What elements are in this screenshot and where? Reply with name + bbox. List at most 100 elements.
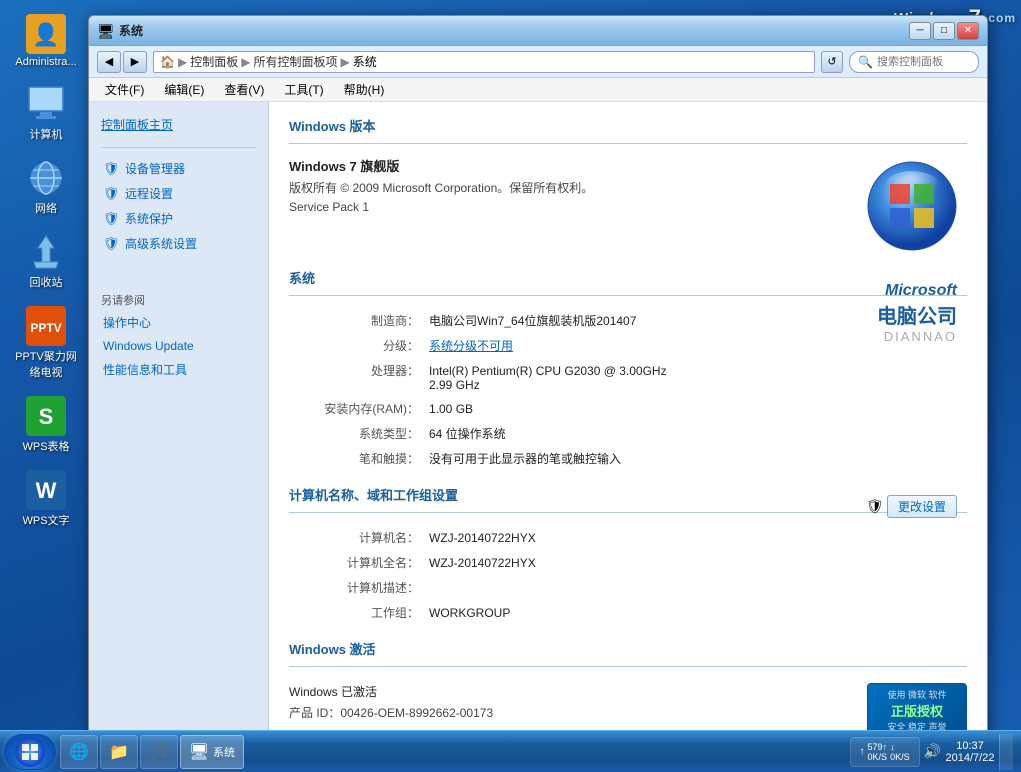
activation-product-id: 产品 ID：00426-OEM-8992662-00173 — [289, 704, 847, 721]
desktop-icon-recycle[interactable]: 回收站 — [10, 228, 82, 294]
svg-text:PPTV: PPTV — [30, 321, 61, 335]
speed-download-unit: 0K/S — [890, 752, 910, 762]
compfullname-label: 计算机全名： — [289, 554, 429, 571]
pptv-label: PPTV聚力网络电视 — [14, 348, 78, 380]
system-row-pen: 笔和触摸： 没有可用于此显示器的笔或触控输入 — [269, 450, 987, 467]
admin-label: Administra... — [15, 56, 76, 68]
clock-date: 2014/7/22 — [946, 752, 995, 764]
start-orb-icon — [14, 736, 46, 768]
svg-text:👤: 👤 — [32, 22, 59, 47]
computer-desc-row: 计算机描述： — [269, 579, 987, 596]
back-button[interactable]: ◀ — [97, 51, 121, 73]
volume-icon[interactable]: 🔊 — [924, 743, 941, 760]
sidebar-link-action[interactable]: 操作中心 — [89, 310, 268, 335]
windows-version-section: Windows 版本 Windows 7 旗舰版 版权所有 © 2009 Mic… — [269, 102, 987, 262]
computer-name-section: 计算机名称、域和工作组设置 🛡 更改设置 — [269, 475, 987, 529]
menu-edit[interactable]: 编辑(E) — [156, 79, 212, 100]
sidebar-link-advanced-label: 高级系统设置 — [125, 235, 197, 252]
pen-value: 没有可用于此显示器的笔或触控输入 — [429, 450, 967, 467]
system-row-type: 系统类型： 64 位操作系统 — [269, 425, 987, 442]
version-divider — [289, 143, 967, 144]
taskbar-item-control-panel[interactable]: 🖥 系统 — [180, 735, 244, 769]
show-desktop-button[interactable] — [999, 734, 1013, 770]
windows-version-title: Windows 版本 — [289, 116, 967, 135]
workgroup-label: 工作组： — [289, 604, 429, 621]
windows-logo — [857, 156, 967, 256]
version-content: Windows 7 旗舰版 版权所有 © 2009 Microsoft Corp… — [289, 156, 967, 256]
taskbar-item-explorer[interactable]: 📁 — [100, 735, 138, 769]
compfullname-value: WZJ-20140722HYX — [429, 556, 967, 570]
advanced-settings-icon: 🛡 — [103, 236, 119, 252]
start-button[interactable] — [4, 734, 56, 770]
menu-view[interactable]: 查看(V) — [216, 79, 272, 100]
search-input[interactable] — [877, 56, 977, 68]
compdesc-label: 计算机描述： — [289, 579, 429, 596]
menu-help[interactable]: 帮助(H) — [336, 79, 393, 100]
windows-orb-svg — [865, 159, 960, 254]
sidebar-link-device[interactable]: 🛡 设备管理器 — [89, 156, 268, 181]
taskbar-item-media[interactable]: 🎵 — [140, 735, 178, 769]
desktop-icon-computer[interactable]: 计算机 — [10, 80, 82, 146]
close-button[interactable]: ✕ — [957, 22, 979, 40]
menu-file[interactable]: 文件(F) — [97, 79, 152, 100]
maximize-button[interactable]: □ — [933, 22, 955, 40]
taskbar-item-ie[interactable]: 🌐 — [60, 735, 98, 769]
sidebar-link-windows-update[interactable]: Windows Update — [89, 335, 268, 357]
desktop-icon-wpsword[interactable]: W WPS文字 — [10, 466, 82, 532]
breadcrumb-home: 🏠 — [160, 55, 175, 69]
search-box[interactable]: 🔍 — [849, 51, 979, 73]
breadcrumb-sep-3: ▶ — [340, 55, 349, 69]
address-bar: ◀ ▶ 🏠 ▶ 控制面板 ▶ 所有控制面板项 ▶ 系统 ↺ 🔍 — [89, 46, 987, 78]
activation-status: Windows 已激活 — [289, 683, 847, 700]
clock-time: 10:37 — [956, 740, 984, 752]
change-settings-button[interactable]: 更改设置 — [887, 495, 957, 518]
sidebar-link-remote[interactable]: 🛡 远程设置 — [89, 181, 268, 206]
pen-label: 笔和触摸： — [289, 450, 429, 467]
compname-label: 计算机名： — [289, 529, 429, 546]
cpu-line2: 2.99 GHz — [429, 378, 967, 392]
address-input[interactable]: 🏠 ▶ 控制面板 ▶ 所有控制面板项 ▶ 系统 — [153, 51, 815, 73]
ms-brand-line3: DIANNAO — [877, 329, 957, 344]
ie-icon: 🌐 — [69, 742, 89, 762]
action-center-label: 操作中心 — [103, 314, 151, 331]
desktop-icon-admin[interactable]: 👤 Administra... — [10, 10, 82, 72]
desktop-icon-wps[interactable]: S WPS表格 — [10, 392, 82, 458]
activation-divider — [289, 666, 967, 667]
taskbar-items: 🌐 📁 🎵 🖥 系统 — [60, 734, 842, 770]
system-row-ram: 安装内存(RAM)： 1.00 GB — [269, 400, 987, 417]
maker-label: 制造商： — [289, 312, 429, 329]
taskbar-item-label: 系统 — [213, 744, 235, 760]
version-info: Windows 7 旗舰版 版权所有 © 2009 Microsoft Corp… — [289, 156, 593, 218]
clock[interactable]: 10:37 2014/7/22 — [945, 734, 995, 770]
desktop-icon-network[interactable]: 网络 — [10, 154, 82, 220]
sidebar-divider-1 — [101, 147, 256, 148]
refresh-button[interactable]: ↺ — [821, 51, 843, 73]
menu-tools[interactable]: 工具(T) — [276, 79, 331, 100]
wpsword-icon: W — [26, 470, 66, 510]
control-panel-taskbar-icon: 🖥 — [189, 742, 209, 762]
device-manager-icon: 🛡 — [103, 161, 119, 177]
forward-button[interactable]: ▶ — [123, 51, 147, 73]
main-panel: Windows 版本 Windows 7 旗舰版 版权所有 © 2009 Mic… — [269, 102, 987, 744]
sidebar-link-performance[interactable]: 性能信息和工具 — [89, 357, 268, 382]
workgroup-value: WORKGROUP — [429, 606, 967, 620]
compname-value: WZJ-20140722HYX — [429, 531, 967, 545]
minimize-button[interactable]: ─ — [909, 22, 931, 40]
activation-section: Windows 激活 — [269, 629, 987, 683]
desktop-icons: 👤 Administra... 计算机 — [10, 10, 82, 532]
ms-brand-line1: Microsoft — [877, 282, 957, 300]
desktop-icon-pptv[interactable]: PPTV PPTV聚力网络电视 — [10, 302, 82, 384]
sidebar-link-remote-label: 远程设置 — [125, 185, 173, 202]
cpu-label: 处理器： — [289, 362, 429, 379]
pptv-icon: PPTV — [26, 306, 66, 346]
workgroup-row: 工作组： WORKGROUP — [269, 604, 987, 621]
wpsword-label: WPS文字 — [22, 512, 69, 528]
sidebar-link-advanced[interactable]: 🛡 高级系统设置 — [89, 231, 268, 256]
network-speed-tray[interactable]: ↑ 579↑ 0K/S ↓ 0K/S — [850, 737, 920, 767]
cpu-line1: Intel(R) Pentium(R) CPU G2030 @ 3.00GHz — [429, 364, 967, 378]
performance-label: 性能信息和工具 — [103, 361, 187, 378]
network-icon — [26, 158, 66, 198]
sidebar-link-protection[interactable]: 🛡 系统保护 — [89, 206, 268, 231]
sidebar-main-link[interactable]: 控制面板主页 — [89, 110, 268, 139]
title-bar: 🖥 系统 ─ □ ✕ — [89, 16, 987, 46]
